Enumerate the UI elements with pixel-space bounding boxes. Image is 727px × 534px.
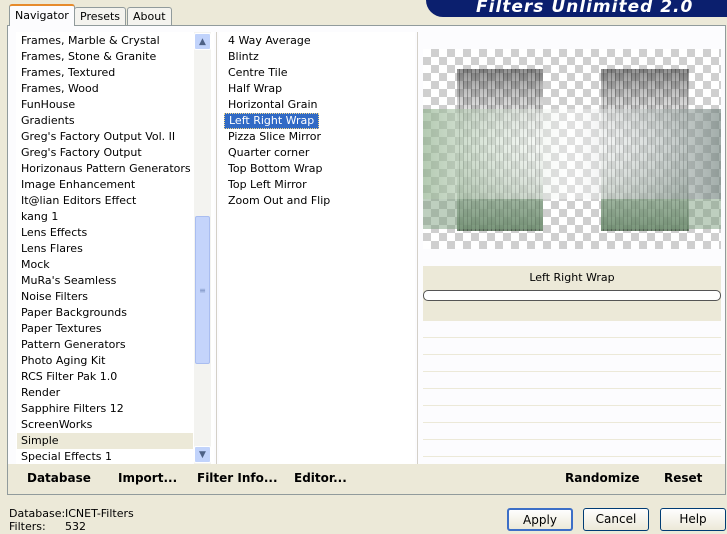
filter-item[interactable]: Horizontal Grain <box>224 97 410 113</box>
category-item[interactable]: Horizonaus Pattern Generators <box>17 161 193 177</box>
param-row-8[interactable] <box>423 440 721 457</box>
category-item[interactable]: Gradients <box>17 113 193 129</box>
tab-navigator[interactable]: Navigator <box>9 4 75 26</box>
filter-item[interactable]: Centre Tile <box>224 65 410 81</box>
category-item[interactable]: Lens Effects <box>17 225 193 241</box>
navigator-panel: Frames, Marble & Crystal Frames, Stone & … <box>7 25 726 495</box>
cancel-button[interactable]: Cancel <box>583 508 649 531</box>
category-item[interactable]: Lens Flares <box>17 241 193 257</box>
param-row-7[interactable] <box>423 423 721 440</box>
chevron-up-icon[interactable]: ▲ <box>194 33 211 50</box>
param-row-3[interactable] <box>423 355 721 372</box>
category-list-box: Frames, Marble & Crystal Frames, Stone & … <box>16 32 214 464</box>
category-item[interactable]: Frames, Wood <box>17 81 193 97</box>
category-item[interactable]: Simple <box>17 433 193 449</box>
preview-image <box>423 69 721 231</box>
progress-bar <box>423 290 721 301</box>
filter-item[interactable]: Top Left Mirror <box>224 177 410 193</box>
category-item[interactable]: Frames, Stone & Granite <box>17 49 193 65</box>
category-item[interactable]: Greg's Factory Output Vol. II <box>17 129 193 145</box>
grip-icon: ≡ <box>199 285 206 295</box>
category-item[interactable]: Render <box>17 385 193 401</box>
category-item[interactable]: ScreenWorks <box>17 417 193 433</box>
category-item[interactable]: MuRa's Seamless <box>17 273 193 289</box>
category-item[interactable]: Pattern Generators <box>17 337 193 353</box>
category-item[interactable]: Paper Textures <box>17 321 193 337</box>
filter-info-button[interactable]: Filter Info... <box>197 471 278 485</box>
category-item[interactable]: Greg's Factory Output <box>17 145 193 161</box>
import-button[interactable]: Import... <box>118 471 177 485</box>
database-value: ICNET-Filters <box>65 507 134 520</box>
app-title-banner: Filters Unlimited 2.0 <box>426 0 727 17</box>
filter-item[interactable]: 4 Way Average <box>224 33 410 49</box>
editor-button[interactable]: Editor... <box>294 471 347 485</box>
category-list[interactable]: Frames, Marble & Crystal Frames, Stone & … <box>17 33 193 464</box>
apply-button[interactable]: Apply <box>507 508 573 531</box>
filter-list-box: 4 Way Average Blintz Centre Tile Half Wrap H… <box>219 32 415 464</box>
chevron-down-icon[interactable]: ▼ <box>194 446 211 463</box>
tab-presets[interactable]: Presets <box>74 7 127 25</box>
database-label: Database: <box>9 507 66 520</box>
category-item[interactable]: Paper Backgrounds <box>17 305 193 321</box>
filters-count: 532 <box>65 520 86 533</box>
filter-item[interactable]: Half Wrap <box>224 81 410 97</box>
filter-list[interactable]: 4 Way Average Blintz Centre Tile Half Wrap H… <box>224 33 410 209</box>
category-item[interactable]: It@lian Editors Effect <box>17 193 193 209</box>
category-item[interactable]: Frames, Textured <box>17 65 193 81</box>
list-divider <box>216 32 217 464</box>
status-area: Database:ICNET-Filters Filters: 532 <box>9 507 134 533</box>
param-row-5[interactable] <box>423 389 721 406</box>
category-item[interactable]: Photo Aging Kit <box>17 353 193 369</box>
category-item[interactable]: Sapphire Filters 12 <box>17 401 193 417</box>
preview-info-panel: Left Right Wrap <box>423 266 721 321</box>
param-row-4[interactable] <box>423 372 721 389</box>
param-row-1[interactable] <box>423 321 721 338</box>
category-scrollbar[interactable]: ▲ ≡ ▼ <box>194 32 211 464</box>
filter-item[interactable]: Pizza Slice Mirror <box>224 129 410 145</box>
reset-button[interactable]: Reset <box>664 471 702 485</box>
scrollbar-thumb[interactable]: ≡ <box>195 216 210 364</box>
category-item[interactable]: kang 1 <box>17 209 193 225</box>
preview-divider <box>417 32 418 464</box>
app-title: Filters Unlimited 2.0 <box>476 0 694 17</box>
category-item[interactable]: Image Enhancement <box>17 177 193 193</box>
category-item[interactable]: Special Effects 1 <box>17 449 193 464</box>
category-item[interactable]: Mock <box>17 257 193 273</box>
filter-item[interactable]: Quarter corner <box>224 145 410 161</box>
category-item[interactable]: RCS Filter Pak 1.0 <box>17 369 193 385</box>
filters-label: Filters: <box>9 520 46 533</box>
category-item[interactable]: Frames, Marble & Crystal <box>17 33 193 49</box>
param-row-6[interactable] <box>423 406 721 423</box>
help-button[interactable]: Help <box>660 508 726 531</box>
filter-item[interactable]: Top Bottom Wrap <box>224 161 410 177</box>
randomize-button[interactable]: Randomize <box>565 471 639 485</box>
tab-about-label: About <box>133 10 166 23</box>
tab-presets-label: Presets <box>80 10 121 23</box>
database-button[interactable]: Database <box>27 471 91 485</box>
preview-filter-name: Left Right Wrap <box>529 271 615 284</box>
filter-item[interactable]: Left Right Wrap <box>224 113 320 129</box>
filter-preview <box>423 49 721 249</box>
category-item[interactable]: Noise Filters <box>17 289 193 305</box>
tab-navigator-label: Navigator <box>15 9 69 22</box>
filter-item[interactable]: Zoom Out and Flip <box>224 193 410 209</box>
param-row-2[interactable] <box>423 338 721 355</box>
category-item[interactable]: FunHouse <box>17 97 193 113</box>
filter-item[interactable]: Blintz <box>224 49 410 65</box>
tab-about[interactable]: About <box>127 7 172 25</box>
